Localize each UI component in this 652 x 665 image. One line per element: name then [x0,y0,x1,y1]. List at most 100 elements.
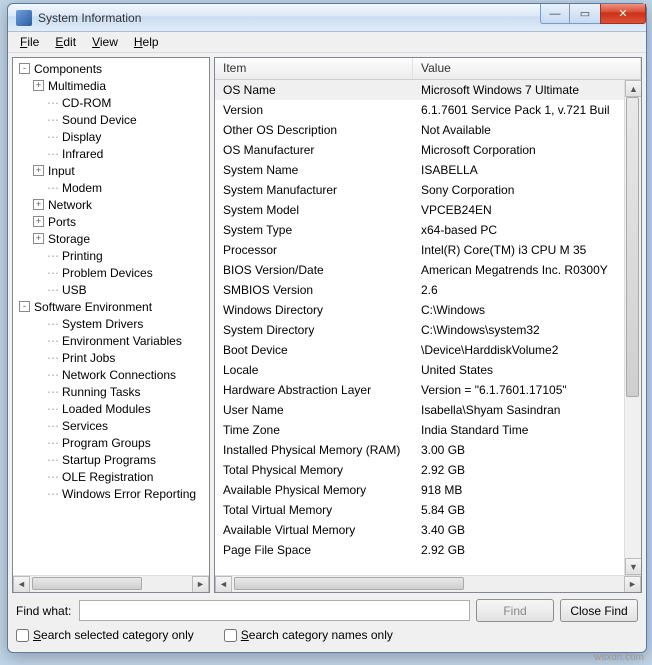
tree-item[interactable]: -Software Environment [13,298,209,315]
tree-item[interactable]: ⋯Printing [13,247,209,264]
tree-item[interactable]: ⋯Modem [13,179,209,196]
tree-item[interactable]: -Components [13,60,209,77]
tree-item-label: USB [62,283,87,297]
watermark: wsxdn.com [594,652,644,663]
list-hscroll-thumb[interactable] [234,577,464,590]
list-row[interactable]: Time ZoneIndia Standard Time [215,420,641,440]
tree-item[interactable]: ⋯Problem Devices [13,264,209,281]
search-category-names-checkbox[interactable]: Search category names only [224,628,393,642]
list-row[interactable]: Available Physical Memory918 MB [215,480,641,500]
find-button[interactable]: Find [476,599,554,622]
scroll-right-icon[interactable]: ► [624,576,641,593]
expand-icon[interactable]: + [33,233,44,244]
tree-item[interactable]: ⋯USB [13,281,209,298]
tree-item[interactable]: ⋯Startup Programs [13,451,209,468]
close-button[interactable]: ✕ [600,4,646,24]
list-row[interactable]: Available Virtual Memory3.40 GB [215,520,641,540]
list-row[interactable]: System ManufacturerSony Corporation [215,180,641,200]
scroll-right-icon[interactable]: ► [192,576,209,593]
expand-icon[interactable]: + [33,165,44,176]
tree-hscroll[interactable]: ◄ ► [13,575,209,592]
minimize-button[interactable]: — [540,4,570,24]
maximize-button[interactable]: ▭ [570,4,600,24]
list-row[interactable]: Version6.1.7601 Service Pack 1, v.721 Bu… [215,100,641,120]
scroll-left-icon[interactable]: ◄ [13,576,30,593]
list-hscroll[interactable]: ◄ ► [215,575,641,592]
search-selected-checkbox[interactable]: Search selected category only [16,628,194,642]
tree-item[interactable]: +Input [13,162,209,179]
tree-item[interactable]: +Network [13,196,209,213]
column-header-item[interactable]: Item [215,58,413,79]
list-row[interactable]: OS ManufacturerMicrosoft Corporation [215,140,641,160]
menu-file[interactable]: File [12,33,47,51]
category-tree[interactable]: -Components+Multimedia⋯CD-ROM⋯Sound Devi… [13,58,209,575]
checkbox-icon[interactable] [16,629,29,642]
tree-connector-icon: ⋯ [47,351,60,365]
tree-item[interactable]: ⋯Network Connections [13,366,209,383]
tree-item[interactable]: ⋯Print Jobs [13,349,209,366]
list-row[interactable]: ProcessorIntel(R) Core(TM) i3 CPU M 35 [215,240,641,260]
list-hscroll-track[interactable] [232,576,624,593]
tree-item[interactable]: ⋯Sound Device [13,111,209,128]
list-cell-value: C:\Windows [413,303,641,317]
scroll-down-icon[interactable]: ▼ [625,558,642,575]
tree-item[interactable]: ⋯Running Tasks [13,383,209,400]
list-row[interactable]: Boot Device\Device\HarddiskVolume2 [215,340,641,360]
menu-help[interactable]: Help [126,33,167,51]
checkbox-icon[interactable] [224,629,237,642]
tree-item[interactable]: +Ports [13,213,209,230]
list-vscroll-thumb[interactable] [626,97,639,397]
list-row[interactable]: Total Physical Memory2.92 GB [215,460,641,480]
list-row[interactable]: System ModelVPCEB24EN [215,200,641,220]
list-row[interactable]: Hardware Abstraction LayerVersion = "6.1… [215,380,641,400]
expand-icon[interactable]: + [33,199,44,210]
list-row[interactable]: Total Virtual Memory5.84 GB [215,500,641,520]
list-vscroll-track[interactable] [625,97,641,558]
scroll-up-icon[interactable]: ▲ [625,80,642,97]
list-row[interactable]: LocaleUnited States [215,360,641,380]
tree-item[interactable]: +Storage [13,230,209,247]
titlebar[interactable]: System Information — ▭ ✕ [8,4,646,32]
expand-icon[interactable]: + [33,216,44,227]
tree-hscroll-thumb[interactable] [32,577,142,590]
tree-item[interactable]: ⋯Program Groups [13,434,209,451]
tree-item-label: OLE Registration [62,470,153,484]
tree-item[interactable]: ⋯CD-ROM [13,94,209,111]
list-row[interactable]: Installed Physical Memory (RAM)3.00 GB [215,440,641,460]
tree-item[interactable]: ⋯Loaded Modules [13,400,209,417]
list-row[interactable]: System DirectoryC:\Windows\system32 [215,320,641,340]
details-list[interactable]: OS NameMicrosoft Windows 7 UltimateVersi… [215,80,641,575]
tree-item[interactable]: ⋯Display [13,128,209,145]
collapse-icon[interactable]: - [19,301,30,312]
tree-item[interactable]: ⋯System Drivers [13,315,209,332]
list-row[interactable]: System Typex64-based PC [215,220,641,240]
tree-item-label: Modem [62,181,102,195]
menu-view[interactable]: View [84,33,126,51]
tree-item[interactable]: +Multimedia [13,77,209,94]
menu-edit[interactable]: Edit [47,33,84,51]
list-vscroll[interactable]: ▲ ▼ [624,80,641,575]
list-row[interactable]: SMBIOS Version2.6 [215,280,641,300]
tree-connector-icon: ⋯ [47,113,60,127]
expand-icon[interactable]: + [33,80,44,91]
collapse-icon[interactable]: - [19,63,30,74]
tree-item[interactable]: ⋯OLE Registration [13,468,209,485]
close-find-button[interactable]: Close Find [560,599,638,622]
list-row[interactable]: System NameISABELLA [215,160,641,180]
list-cell-value: C:\Windows\system32 [413,323,641,337]
list-row[interactable]: BIOS Version/DateAmerican Megatrends Inc… [215,260,641,280]
tree-item[interactable]: ⋯Environment Variables [13,332,209,349]
list-row[interactable]: Page File Space2.92 GB [215,540,641,560]
tree-item[interactable]: ⋯Services [13,417,209,434]
tree-item[interactable]: ⋯Infrared [13,145,209,162]
column-header-value[interactable]: Value [413,58,641,79]
list-cell-value: 3.00 GB [413,443,641,457]
find-input[interactable] [79,600,470,621]
list-row[interactable]: Other OS DescriptionNot Available [215,120,641,140]
tree-hscroll-track[interactable] [30,576,192,593]
tree-item[interactable]: ⋯Windows Error Reporting [13,485,209,502]
list-row[interactable]: Windows DirectoryC:\Windows [215,300,641,320]
list-row[interactable]: User NameIsabella\Shyam Sasindran [215,400,641,420]
list-row[interactable]: OS NameMicrosoft Windows 7 Ultimate [215,80,641,100]
scroll-left-icon[interactable]: ◄ [215,576,232,593]
